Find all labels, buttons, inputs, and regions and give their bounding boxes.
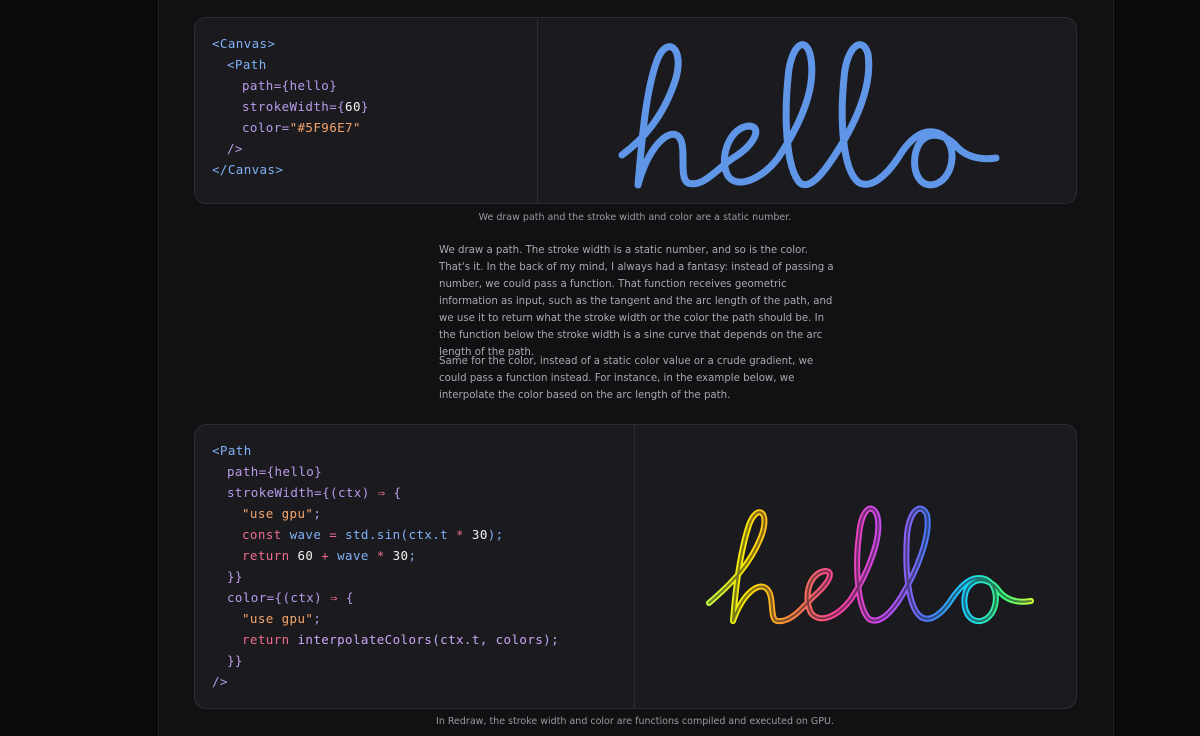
code-line: }} xyxy=(227,651,243,671)
canvas-preview-1 xyxy=(538,18,1076,203)
canvas-preview-2 xyxy=(635,425,1076,708)
code-token: 60 xyxy=(345,99,361,114)
code-token: ); xyxy=(487,527,504,542)
code-token: "#5F96E7" xyxy=(289,120,361,135)
caption-2: In Redraw, the stroke width and color ar… xyxy=(436,716,834,727)
code-line: color={(ctx) ⇒ { xyxy=(227,588,354,608)
code-line: <Path xyxy=(227,55,267,75)
code-token: ⇒ xyxy=(330,590,338,605)
code-line: </Canvas> xyxy=(212,160,283,180)
code-token: hello xyxy=(289,78,330,93)
code-line: path={hello} xyxy=(227,462,322,482)
code-token: } xyxy=(360,99,369,114)
code-example-card-1: <Canvas> <Path path={hello} strokeWidth={60… xyxy=(194,17,1077,204)
code-token: strokeWidth={(ctx) xyxy=(227,485,378,500)
code-line: strokeWidth={60} xyxy=(242,97,369,117)
code-line: path={hello} xyxy=(242,76,337,96)
code-line: return interpolateColors(ctx.t, colors); xyxy=(242,630,559,650)
code-token: ; xyxy=(408,548,417,563)
code-token: color= xyxy=(242,120,290,135)
code-line: /> xyxy=(212,672,228,692)
code-token: + xyxy=(321,548,338,563)
code-token: * xyxy=(456,527,472,542)
code-token: 30 xyxy=(392,548,409,563)
code-line: }} xyxy=(227,567,243,587)
code-line: strokeWidth={(ctx) ⇒ { xyxy=(227,483,401,503)
paragraph-2: Same for the color, instead of a static … xyxy=(439,356,814,401)
code-token: "use gpu" xyxy=(242,506,314,521)
code-block-2: <Path path={hello} strokeWidth={(ctx) ⇒ {"… xyxy=(195,425,635,708)
code-token: const xyxy=(242,527,290,542)
code-token: 30 xyxy=(471,527,488,542)
code-token: std.sin(ctx.t xyxy=(345,527,457,542)
code-token: { xyxy=(385,485,402,500)
code-token: <Path xyxy=(227,57,267,72)
hello-path-blue xyxy=(618,41,1000,189)
code-line: "use gpu"; xyxy=(242,609,321,629)
code-token: </Canvas> xyxy=(212,162,284,177)
code-token: /> xyxy=(227,141,243,156)
code-token: ⇒ xyxy=(377,485,386,500)
code-line: "use gpu"; xyxy=(242,504,321,524)
code-line: return 60 + wave * 30; xyxy=(242,546,416,566)
code-token: }} xyxy=(227,569,243,584)
code-token: color={(ctx) xyxy=(227,590,331,605)
code-token: wave xyxy=(337,548,377,563)
code-token: path={hello} xyxy=(227,464,323,479)
code-token: ; xyxy=(313,611,322,626)
code-token: strokeWidth={ xyxy=(242,99,346,114)
hello-path-rainbow xyxy=(706,505,1034,625)
code-token: <Path xyxy=(212,443,252,458)
code-token: { xyxy=(337,590,354,605)
code-line: /> xyxy=(227,139,243,159)
code-token: 60 xyxy=(297,548,322,563)
paragraph-1: We draw a path. The stroke width is a st… xyxy=(439,245,834,358)
code-token: } xyxy=(329,78,338,93)
code-token: interpolateColors(ctx.t, colors); xyxy=(297,632,560,647)
code-token: "use gpu" xyxy=(242,611,314,626)
code-token: wave xyxy=(289,527,330,542)
code-token: ; xyxy=(313,506,322,521)
code-block-1: <Canvas> <Path path={hello} strokeWidth={60… xyxy=(195,18,538,203)
code-line: color="#5F96E7" xyxy=(242,118,361,138)
code-token: path={ xyxy=(242,78,290,93)
code-token: }} xyxy=(227,653,243,668)
code-token: * xyxy=(376,548,393,563)
code-example-card-2: <Path path={hello} strokeWidth={(ctx) ⇒ {"… xyxy=(194,424,1077,709)
code-token: = xyxy=(329,527,346,542)
code-token: <Canvas> xyxy=(212,36,276,51)
code-line: <Canvas> xyxy=(212,34,275,54)
code-line: const wave = std.sin(ctx.t * 30); xyxy=(242,525,504,545)
code-line: <Path xyxy=(212,441,252,461)
code-token: return xyxy=(242,548,298,563)
code-token: /> xyxy=(212,674,228,689)
caption-1: We draw path and the stroke width and co… xyxy=(478,212,792,223)
code-token: return xyxy=(242,632,298,647)
